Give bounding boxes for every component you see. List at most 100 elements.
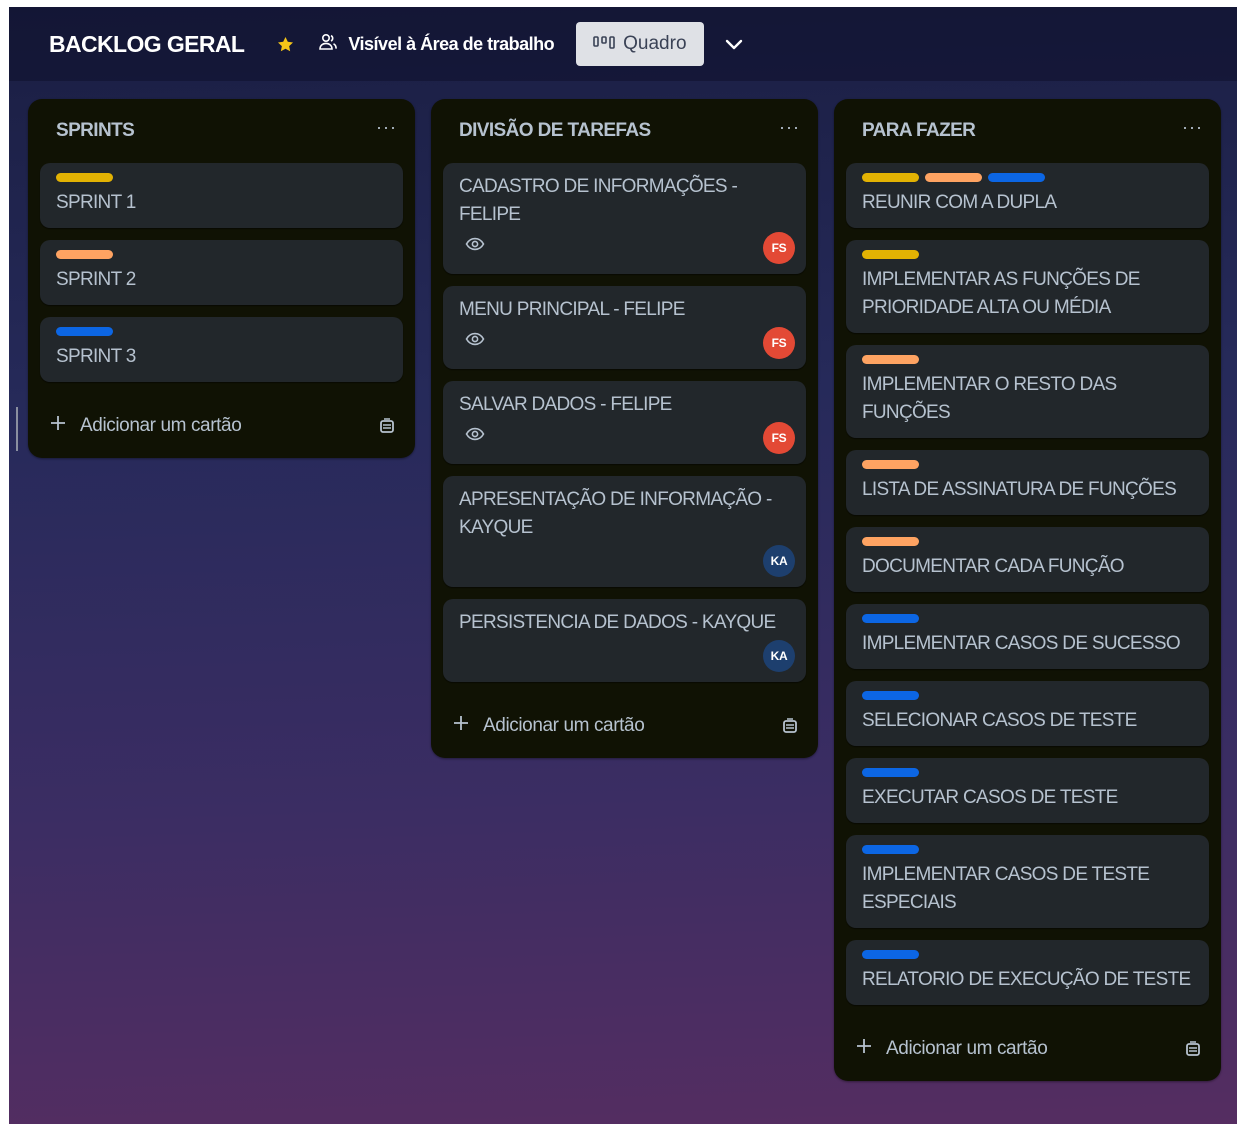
card[interactable]: DOCUMENTAR CADA FUNÇÃO [846,527,1209,592]
add-card-label: Adicionar um cartão [886,1038,1048,1059]
card-title: IMPLEMENTAR O RESTO DAS FUNÇÕES [862,374,1117,423]
card[interactable]: APRESENTAÇÃO DE INFORMAÇÃO - KAYQUE KA [443,476,806,587]
label-blue[interactable] [56,327,113,336]
card-labels [56,173,387,183]
avatar[interactable]: KA [763,640,795,672]
card[interactable]: REUNIR COM A DUPLA [846,163,1209,228]
card-badges [459,324,790,358]
card-labels [56,327,387,337]
card-labels [56,250,387,260]
card-title: REUNIR COM A DUPLA [862,192,1057,213]
eye-icon [465,332,485,351]
add-card-button[interactable]: Adicionar um cartão [50,415,242,437]
card[interactable]: IMPLEMENTAR O RESTO DAS FUNÇÕES [846,345,1209,438]
avatar[interactable]: FS [763,422,795,454]
card-title: RELATORIO DE EXECUÇÃO DE TESTE [862,969,1191,990]
list-title[interactable]: DIVISÃO DE TAREFAS [459,120,651,142]
label-orange[interactable] [925,173,982,182]
label-yellow[interactable] [862,173,919,182]
card-labels [862,950,1193,960]
add-card-button[interactable]: Adicionar um cartão [453,715,645,737]
list-menu-button[interactable]: ··· [1182,118,1203,140]
card-template-icon[interactable] [377,416,397,436]
card-title: SPRINT 2 [56,269,136,290]
card-badges [459,637,790,671]
card[interactable]: SELECIONAR CASOS DE TESTE [846,681,1209,746]
card-title: APRESENTAÇÃO DE INFORMAÇÃO - KAYQUE [459,489,772,538]
card[interactable]: RELATORIO DE EXECUÇÃO DE TESTE [846,940,1209,1005]
card-title: SELECIONAR CASOS DE TESTE [862,710,1137,731]
label-blue[interactable] [862,614,919,623]
board-header: BACKLOG GERAL Visível à Área de trabalho… [9,7,1237,81]
board-canvas: BACKLOG GERAL Visível à Área de trabalho… [9,7,1237,1124]
card[interactable]: IMPLEMENTAR CASOS DE SUCESSO [846,604,1209,669]
card-template-icon[interactable] [780,716,800,736]
label-orange[interactable] [56,250,113,259]
chevron-down-icon[interactable] [722,32,746,56]
add-card-label: Adicionar um cartão [80,415,242,436]
label-blue[interactable] [862,691,919,700]
card-labels [862,355,1193,365]
card-labels [862,537,1193,547]
label-yellow[interactable] [862,250,919,259]
card[interactable]: SPRINT 3 [40,317,403,382]
board-title[interactable]: BACKLOG GERAL [49,31,245,58]
plus-icon [453,715,469,737]
list-divisao-de-tarefas: DIVISÃO DE TAREFAS ··· CADASTRO DE INFORMA… [431,99,818,758]
list-menu-button[interactable]: ··· [779,118,800,140]
list-title[interactable]: SPRINTS [56,120,135,142]
avatar[interactable]: FS [763,327,795,359]
card[interactable]: SPRINT 2 [40,240,403,305]
card-title: IMPLEMENTAR CASOS DE SUCESSO [862,633,1181,654]
label-orange[interactable] [862,355,919,364]
card-labels [862,250,1193,260]
card-title: LISTA DE ASSINATURA DE FUNÇÕES [862,479,1177,500]
list-title[interactable]: PARA FAZER [862,120,976,142]
card[interactable]: MENU PRINCIPAL - FELIPE FS [443,286,806,369]
label-blue[interactable] [862,950,919,959]
label-orange[interactable] [862,460,919,469]
card[interactable]: EXECUTAR CASOS DE TESTE [846,758,1209,823]
card[interactable]: SALVAR DADOS - FELIPE FS [443,381,806,464]
card[interactable]: IMPLEMENTAR AS FUNÇÕES DE PRIORIDADE ALT… [846,240,1209,333]
visibility-button[interactable]: Visível à Área de trabalho [318,33,555,56]
list-header: DIVISÃO DE TAREFAS ··· [431,99,818,163]
card-labels [862,173,1193,183]
eye-icon [465,237,485,256]
list-header: PARA FAZER ··· [834,99,1221,163]
add-card-row: Adicionar um cartão [431,694,818,758]
board-view-button[interactable]: Quadro [576,22,704,66]
add-card-row: Adicionar um cartão [834,1017,1221,1081]
card[interactable]: CADASTRO DE INFORMAÇÕES - FELIPE FS [443,163,806,274]
eye-icon [465,427,485,446]
visibility-label: Visível à Área de trabalho [348,33,555,54]
card[interactable]: LISTA DE ASSINATURA DE FUNÇÕES [846,450,1209,515]
card-title: IMPLEMENTAR CASOS DE TESTE ESPECIAIS [862,864,1150,913]
label-orange[interactable] [862,537,919,546]
card[interactable]: PERSISTENCIA DE DADOS - KAYQUE KA [443,599,806,682]
card-title: CADASTRO DE INFORMAÇÕES - FELIPE [459,176,738,225]
label-yellow[interactable] [56,173,113,182]
label-blue[interactable] [862,768,919,777]
scroll-edge [16,407,18,451]
card[interactable]: SPRINT 1 [40,163,403,228]
card-template-icon[interactable] [1183,1039,1203,1059]
card[interactable]: IMPLEMENTAR CASOS DE TESTE ESPECIAIS [846,835,1209,928]
card-labels [862,768,1193,778]
card-title: EXECUTAR CASOS DE TESTE [862,787,1118,808]
list-menu-button[interactable]: ··· [376,118,397,140]
card-title: SPRINT 3 [56,346,136,367]
star-icon[interactable] [274,33,296,55]
card-labels [862,845,1193,855]
label-blue[interactable] [862,845,919,854]
card-badges [459,229,790,263]
board-view-icon [593,33,615,55]
avatar[interactable]: FS [763,232,795,264]
add-card-button[interactable]: Adicionar um cartão [856,1038,1048,1060]
people-icon [318,33,338,56]
plus-icon [856,1038,872,1060]
avatar[interactable]: KA [763,545,795,577]
add-card-row: Adicionar um cartão [28,394,415,458]
label-blue[interactable] [988,173,1045,182]
card-labels [862,460,1193,470]
